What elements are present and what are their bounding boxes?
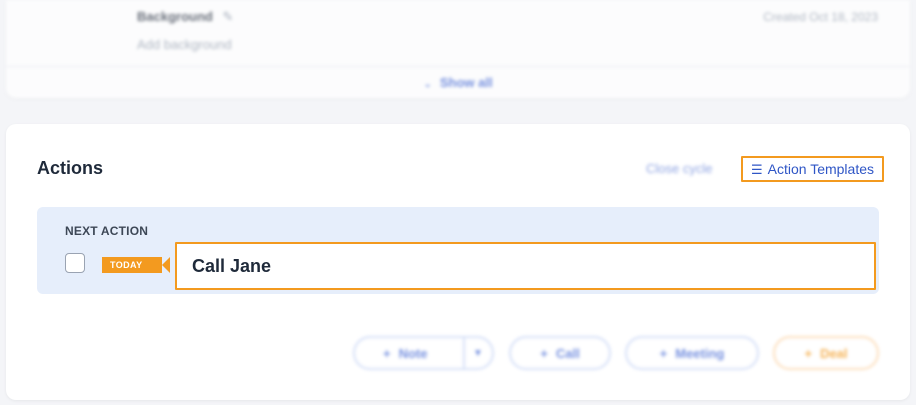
add-meeting-button[interactable]: + Meeting [625,336,759,370]
created-date: Created Oct 18, 2023 [763,10,878,24]
next-action-panel: NEXT ACTION TODAY Call Jane [37,207,879,294]
show-all-label: Show all [439,75,493,90]
background-title: Background ✎ [137,9,233,25]
complete-action-checkbox[interactable] [65,253,85,273]
add-background-field[interactable]: Add background [137,37,232,52]
next-action-input[interactable]: Call Jane [175,242,876,290]
background-title-text: Background [137,9,213,24]
show-all-button[interactable]: ⌄ Show all [6,75,910,90]
plus-icon: + [659,345,668,361]
chevron-down-icon: ⌄ [423,79,432,90]
edit-pencil-icon[interactable]: ✎ [222,9,233,24]
caret-down-icon[interactable]: ▼ [473,348,483,359]
actions-card: Actions Close cycle ☰ Action Templates N… [6,124,910,400]
background-card: Background ✎ Created Oct 18, 2023 Add ba… [6,0,910,98]
call-label: Call [555,345,580,361]
note-label: Note [398,345,428,361]
divider [6,66,910,67]
split-divider [463,338,465,368]
list-icon: ☰ [750,161,763,177]
plus-icon: + [804,345,813,361]
add-call-button[interactable]: + Call [509,336,611,370]
plus-icon: + [540,345,548,361]
plus-icon: + [383,345,391,361]
close-cycle-link[interactable]: Close cycle [646,161,712,176]
action-templates-button[interactable]: ☰ Action Templates [741,156,884,182]
add-deal-button[interactable]: + Deal [773,336,879,370]
deal-label: Deal [820,345,848,361]
today-badge: TODAY [102,257,170,273]
action-templates-label: Action Templates [767,161,874,177]
add-note-button[interactable]: + Note ▼ [353,336,494,370]
meeting-label: Meeting [675,345,725,361]
next-action-label: NEXT ACTION [65,224,149,238]
actions-title: Actions [37,158,104,178]
